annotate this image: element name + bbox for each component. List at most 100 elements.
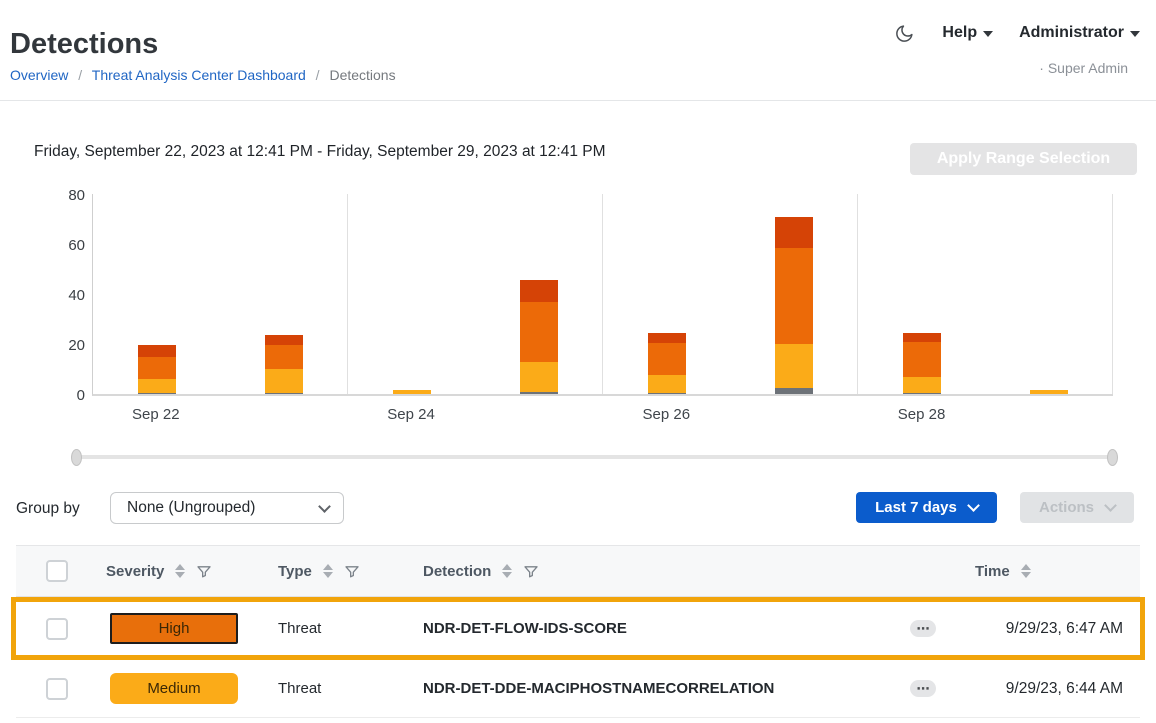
stacked-bar-sep-24[interactable] (393, 390, 431, 394)
bar-segment-high (775, 248, 813, 344)
help-menu[interactable]: Help (942, 24, 993, 42)
table-row[interactable]: MediumThreatNDR-DET-DDE-MACIPHOSTNAMECOR… (16, 660, 1140, 718)
bar-segment-medium (265, 369, 303, 393)
breadcrumb-threat-analysis-center-dashboard[interactable]: Threat Analysis Center Dashboard (92, 67, 306, 83)
bar-segment-medium (1030, 390, 1068, 394)
stacked-bar-sep-23[interactable] (265, 335, 303, 394)
table-row[interactable]: High ThreatNDR-DET-FLOW-IDS-SCORE ⋯ 9/29/23… (11, 597, 1145, 660)
chart-day-column (858, 194, 985, 394)
x-tick-label (220, 406, 348, 423)
y-tick-label: 80 (0, 186, 85, 206)
time-range-text: Friday, September 22, 2023 at 12:41 PM -… (34, 143, 606, 161)
account-menu[interactable]: Administrator (1019, 24, 1140, 42)
stacked-bar-sep-26[interactable] (648, 333, 686, 394)
chevron-down-icon (967, 499, 980, 512)
y-tick-label: 40 (0, 286, 85, 306)
sort-icon (502, 564, 512, 578)
bar-segment-critical (520, 280, 558, 301)
chart-day-column (348, 194, 475, 394)
column-header-detection[interactable]: Detection (407, 563, 894, 580)
severity-badge: High (110, 613, 238, 644)
bar-segment-critical (265, 335, 303, 345)
chart-day-column (220, 194, 348, 394)
x-tick-label (985, 406, 1113, 423)
filter-funnel-icon[interactable] (196, 563, 212, 580)
bar-segment-critical (138, 345, 176, 356)
dark-mode-moon-icon[interactable] (894, 22, 916, 44)
row-checkbox[interactable] (46, 618, 68, 640)
chart-day-column (475, 194, 603, 394)
bar-segment-medium (138, 379, 176, 393)
stacked-bar-sep-25[interactable] (520, 280, 558, 394)
y-tick-label: 20 (0, 336, 85, 356)
bar-segment-medium (903, 377, 941, 393)
type-cell: Threat (262, 620, 407, 637)
chart-plot (92, 194, 1113, 396)
sort-icon (1021, 564, 1031, 578)
bar-segment-medium (520, 362, 558, 392)
column-header-time[interactable]: Time (954, 563, 1140, 580)
header-actions: Help Administrator (894, 22, 1140, 44)
time-range-dropdown-label: Last 7 days (875, 499, 957, 516)
detections-page: Detections Overview / Threat Analysis Ce… (0, 0, 1156, 723)
detection-cell: NDR-DET-DDE-MACIPHOSTNAMECORRELATION (407, 680, 894, 697)
x-tick-label: Sep 28 (858, 406, 986, 423)
row-checkbox[interactable] (46, 678, 68, 700)
breadcrumb-separator: / (78, 67, 82, 83)
breadcrumb-overview[interactable]: Overview (10, 67, 68, 83)
page-header: Detections Overview / Threat Analysis Ce… (0, 0, 1156, 101)
group-by-label: Group by (16, 500, 80, 518)
column-header-label: Type (278, 563, 312, 580)
help-menu-label: Help (942, 24, 977, 42)
column-header-label: Time (975, 563, 1010, 580)
filter-funnel-icon[interactable] (523, 563, 539, 580)
chart-day-column (603, 194, 730, 394)
stacked-bar-sep-29[interactable] (1030, 390, 1068, 394)
bar-segment-other (138, 393, 176, 394)
chart-x-axis: Sep 22Sep 24Sep 26Sep 28 (92, 406, 1113, 423)
row-actions-ellipsis-button[interactable]: ⋯ (910, 680, 936, 697)
row-actions-ellipsis-button[interactable]: ⋯ (910, 620, 936, 637)
bar-segment-high (648, 343, 686, 376)
group-by-select[interactable]: None (Ungrouped) (110, 492, 344, 524)
bar-segment-other (775, 388, 813, 394)
column-header-type[interactable]: Type (262, 563, 407, 580)
range-slider-track[interactable] (76, 455, 1113, 459)
bar-segment-high (138, 357, 176, 380)
stacked-bar-sep-27[interactable] (775, 217, 813, 395)
time-cell: 9/29/23, 6:47 AM (954, 620, 1140, 638)
sort-icon (323, 564, 333, 578)
chevron-down-icon (318, 500, 331, 513)
range-slider-handle-left[interactable] (71, 449, 82, 466)
chart-day-column (93, 194, 220, 394)
actions-dropdown-button[interactable]: Actions (1020, 492, 1134, 523)
bar-segment-high (265, 345, 303, 369)
chart-y-axis: 020406080 (0, 194, 85, 396)
x-tick-label: Sep 24 (347, 406, 475, 423)
table-header-row: Severity Type Detection Time (16, 545, 1140, 597)
column-header-severity[interactable]: Severity (90, 563, 262, 580)
caret-down-icon (1130, 31, 1140, 37)
sort-icon (175, 564, 185, 578)
apply-range-selection-button[interactable]: Apply Range Selection (910, 143, 1137, 175)
detections-table: SeverityTypeDetectionTime HighThreatNDR-… (16, 545, 1140, 718)
caret-down-icon (983, 31, 993, 37)
x-tick-label (475, 406, 603, 423)
chevron-down-icon (1104, 499, 1117, 512)
stacked-bar-sep-28[interactable] (903, 333, 941, 394)
detection-cell: NDR-DET-FLOW-IDS-SCORE (407, 620, 894, 637)
range-slider-handle-right[interactable] (1107, 449, 1118, 466)
bar-segment-critical (903, 333, 941, 342)
y-tick-label: 60 (0, 236, 85, 256)
column-header-label: Detection (423, 563, 491, 580)
chart-day-column (985, 194, 1113, 394)
x-tick-label: Sep 26 (603, 406, 731, 423)
select-all-checkbox[interactable] (46, 560, 68, 582)
bar-segment-high (520, 302, 558, 362)
chart-day-column (730, 194, 858, 394)
y-tick-label: 0 (0, 386, 85, 406)
filter-funnel-icon[interactable] (344, 563, 360, 580)
time-range-dropdown-button[interactable]: Last 7 days (856, 492, 997, 523)
bar-segment-high (903, 342, 941, 377)
stacked-bar-sep-22[interactable] (138, 345, 176, 394)
